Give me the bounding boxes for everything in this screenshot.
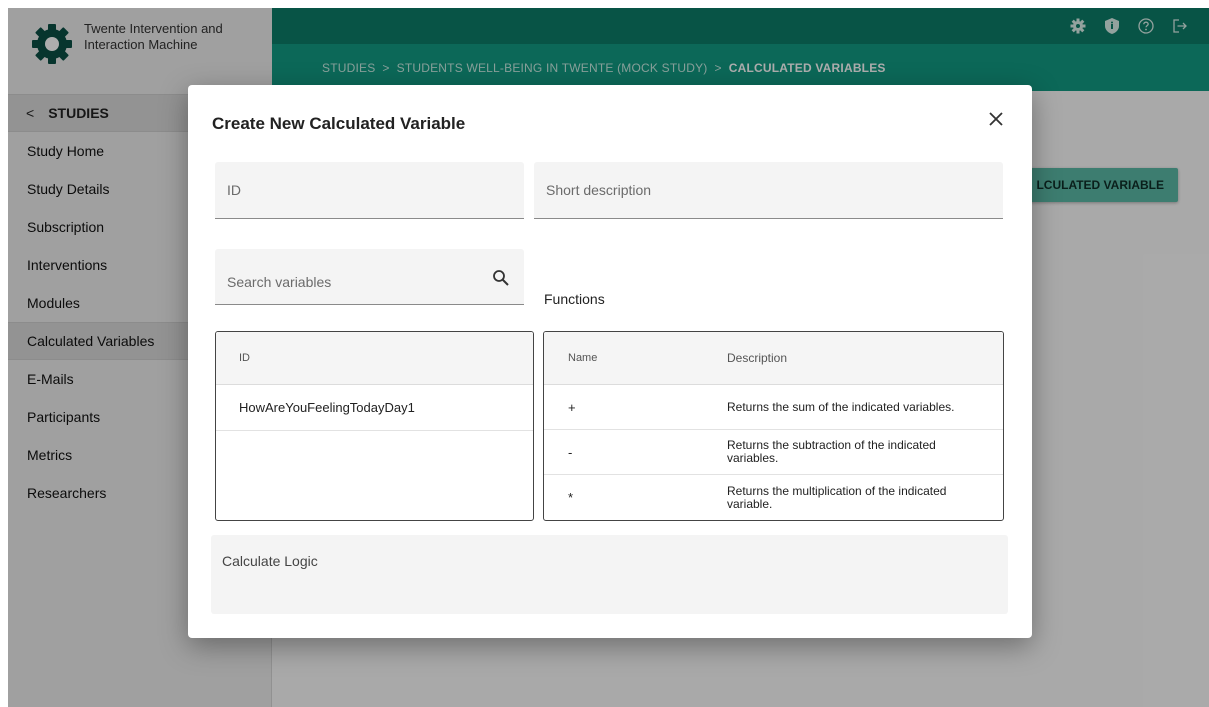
calculate-logic-field xyxy=(211,535,1008,614)
table-row[interactable]: + Returns the sum of the indicated varia… xyxy=(544,385,1003,430)
function-description-cell: Returns the multiplication of the indica… xyxy=(727,483,947,511)
short-description-input[interactable] xyxy=(534,162,1003,218)
table-row[interactable]: - Returns the subtraction of the indicat… xyxy=(544,430,1003,475)
search-variables-field xyxy=(215,249,524,305)
short-description-field xyxy=(534,162,1003,219)
calculate-logic-input[interactable] xyxy=(211,535,1008,614)
function-name-cell: * xyxy=(568,490,574,505)
search-icon[interactable] xyxy=(492,269,510,287)
table-row[interactable]: * Returns the multiplication of the indi… xyxy=(544,475,1003,520)
table-header: Name Description xyxy=(544,332,1003,385)
column-header-name: Name xyxy=(568,352,598,364)
id-input[interactable] xyxy=(215,162,524,218)
id-field xyxy=(215,162,524,219)
function-name-cell: + xyxy=(568,399,576,415)
close-icon[interactable] xyxy=(984,107,1008,131)
function-name-cell: - xyxy=(568,444,573,460)
create-calculated-variable-dialog: Create New Calculated Variable Functions… xyxy=(188,85,1032,638)
column-header-description: Description xyxy=(727,350,788,365)
table-header: ID xyxy=(216,332,533,385)
functions-table: Name Description + Returns the sum of th… xyxy=(543,331,1004,521)
column-header-id: ID xyxy=(239,352,250,364)
variables-table: ID HowAreYouFeelingTodayDay1 xyxy=(215,331,534,521)
search-input[interactable] xyxy=(215,249,524,304)
function-description-cell: Returns the sum of the indicated variabl… xyxy=(727,399,955,414)
dialog-title: Create New Calculated Variable xyxy=(212,114,466,133)
function-description-cell: Returns the subtraction of the indicated… xyxy=(727,438,936,465)
table-row[interactable]: HowAreYouFeelingTodayDay1 xyxy=(216,385,533,431)
variable-id-cell: HowAreYouFeelingTodayDay1 xyxy=(239,400,415,415)
functions-label: Functions xyxy=(544,291,605,307)
